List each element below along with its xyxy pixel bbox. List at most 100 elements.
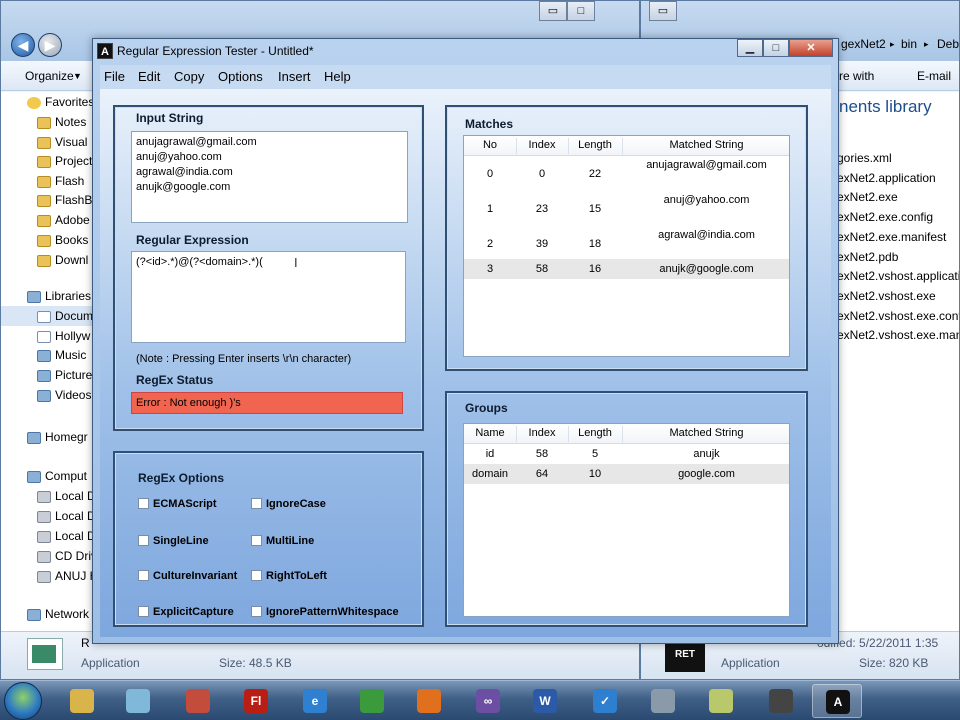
breadcrumb-segment[interactable]: gexNet2 (841, 37, 886, 51)
table-row[interactable]: 2 39 18 agrawal@india.com (464, 228, 789, 263)
menu-insert[interactable]: Insert (278, 69, 311, 84)
input-string-textarea[interactable]: anujagrawal@gmail.com anuj@yahoo.com agr… (131, 131, 408, 223)
sidebar-item[interactable]: Visual (1, 132, 101, 152)
column-header-matched-string[interactable]: Matched String (622, 139, 791, 151)
start-button-icon[interactable] (4, 682, 42, 720)
table-row[interactable]: 1 23 15 anuj@yahoo.com (464, 193, 789, 228)
sidebar-item[interactable]: FlashB (1, 190, 101, 210)
menu-options[interactable]: Options (218, 69, 263, 84)
sidebar-item[interactable]: Books (1, 230, 101, 250)
sidebar-item[interactable]: Network (1, 604, 101, 624)
file-item[interactable]: exNet2.vshost.exe.manife (837, 328, 959, 342)
firefox-taskbar-icon[interactable] (404, 684, 454, 718)
sidebar-item[interactable]: Downl (1, 250, 101, 270)
internet-explorer-taskbar-icon[interactable]: e (290, 684, 340, 718)
matches-grid[interactable]: No Index Length Matched String 0 0 22 an… (463, 135, 790, 357)
sidebar-item[interactable]: Comput (1, 466, 101, 486)
file-item[interactable]: exNet2.exe.manifest (837, 230, 946, 244)
sidebar-item[interactable]: ANUJ H (1, 566, 101, 586)
column-header-index[interactable]: Index (516, 139, 568, 151)
column-header-no[interactable]: No (464, 139, 516, 151)
option-ecmascript[interactable]: ECMAScript (138, 498, 217, 510)
sidebar-item[interactable]: Local D (1, 526, 101, 546)
breadcrumb-segment[interactable]: bin (901, 37, 917, 51)
checklist-taskbar-icon[interactable]: ✓ (580, 684, 630, 718)
minimize-icon[interactable]: ▭ (539, 1, 567, 21)
checkbox-icon[interactable] (138, 535, 149, 546)
menu-edit[interactable]: Edit (138, 69, 160, 84)
visual-studio-taskbar-icon[interactable]: ∞ (463, 684, 513, 718)
option-multiline[interactable]: MultiLine (251, 535, 314, 547)
checkbox-icon[interactable] (251, 498, 262, 509)
column-header-length[interactable]: Length (568, 427, 622, 439)
sidebar-item[interactable]: Videos (1, 385, 101, 405)
menu-help[interactable]: Help (324, 69, 351, 84)
file-item[interactable]: exNet2.vshost.exe (837, 289, 936, 303)
organize-button[interactable]: Organize (25, 69, 74, 83)
computer-taskbar-icon[interactable] (638, 684, 688, 718)
maximize-icon[interactable]: □ (567, 1, 595, 21)
sidebar-item[interactable]: Picture (1, 365, 101, 385)
explorer-taskbar-icon[interactable] (57, 684, 107, 718)
forward-icon[interactable]: ▶ (38, 33, 62, 57)
back-icon[interactable]: ◀ (11, 33, 35, 57)
file-item[interactable]: exNet2.pdb (837, 250, 898, 264)
menu-file[interactable]: File (104, 69, 125, 84)
sidebar-item[interactable]: Docum (1, 306, 101, 326)
flash-taskbar-icon[interactable]: Fl (231, 684, 281, 718)
app-icon[interactable]: A (97, 43, 113, 59)
sidebar-item[interactable]: Notes (1, 112, 101, 132)
file-item[interactable]: exNet2.vshost.exe.config (837, 309, 959, 323)
window-titlebar[interactable]: A Regular Expression Tester - Untitled* … (93, 39, 838, 63)
option-cultureinvariant[interactable]: CultureInvariant (138, 570, 237, 582)
option-righttoleft[interactable]: RightToLeft (251, 570, 327, 582)
table-row[interactable]: id 58 5 anujk (464, 444, 789, 464)
checkbox-icon[interactable] (138, 606, 149, 617)
option-ignorepatternwhitespace[interactable]: IgnorePatternWhitespace (251, 606, 399, 618)
sidebar-item[interactable]: Project (1, 151, 101, 171)
sidebar-item[interactable]: Hollyw (1, 326, 101, 346)
checkbox-icon[interactable] (251, 535, 262, 546)
sidebar-item[interactable]: Local D (1, 486, 101, 506)
option-singleline[interactable]: SingleLine (138, 535, 209, 547)
column-header-matched-string[interactable]: Matched String (622, 427, 791, 439)
menu-copy[interactable]: Copy (174, 69, 204, 84)
column-header-name[interactable]: Name (464, 427, 516, 439)
paint-taskbar-icon[interactable] (173, 684, 223, 718)
notepad-taskbar-icon[interactable] (113, 684, 163, 718)
sidebar-item[interactable]: Local D (1, 506, 101, 526)
media-taskbar-icon[interactable] (756, 684, 806, 718)
regex-textarea[interactable]: (?<id>.*)@(?<domain>.*)( I (131, 251, 406, 343)
file-item[interactable]: exNet2.exe (837, 190, 898, 204)
sidebar-item[interactable]: Flash (1, 171, 101, 191)
file-item[interactable]: exNet2.application (837, 171, 936, 185)
checkbox-icon[interactable] (251, 570, 262, 581)
table-row[interactable]: 0 0 22 anujagrawal@gmail.com (464, 158, 789, 193)
share-with-button[interactable]: re with (839, 69, 874, 83)
sidebar-item[interactable]: Adobe (1, 210, 101, 230)
groups-grid[interactable]: Name Index Length Matched String id 58 5… (463, 423, 790, 617)
column-header-index[interactable]: Index (516, 427, 568, 439)
file-item[interactable]: exNet2.vshost.application (837, 269, 959, 283)
sidebar-item[interactable]: Favorites (1, 92, 101, 112)
file-item[interactable]: exNet2.exe.config (837, 210, 933, 224)
option-explicitcapture[interactable]: ExplicitCapture (138, 606, 234, 618)
sidebar-item[interactable]: Music (1, 345, 101, 365)
email-button[interactable]: E-mail (917, 69, 951, 83)
regex-tester-taskbar-icon[interactable]: A (812, 684, 862, 718)
table-row-selected[interactable]: 3 58 16 anujk@google.com (464, 259, 789, 279)
close-icon[interactable]: ✕ (789, 39, 833, 57)
checkbox-icon[interactable] (138, 570, 149, 581)
breadcrumb-segment[interactable]: Debu (937, 37, 959, 51)
sidebar-item[interactable]: CD Driv (1, 546, 101, 566)
sidebar-item[interactable]: Libraries (1, 286, 101, 306)
checkbox-icon[interactable] (251, 606, 262, 617)
table-row-selected[interactable]: domain 64 10 google.com (464, 464, 789, 484)
column-header-length[interactable]: Length (568, 139, 622, 151)
option-ignorecase[interactable]: IgnoreCase (251, 498, 326, 510)
file-item[interactable]: gories.xml (837, 151, 892, 165)
checkbox-icon[interactable] (138, 498, 149, 509)
sidebar-item[interactable]: Homegr (1, 427, 101, 447)
paint-dot-net-taskbar-icon[interactable] (696, 684, 746, 718)
word-taskbar-icon[interactable]: W (520, 684, 570, 718)
